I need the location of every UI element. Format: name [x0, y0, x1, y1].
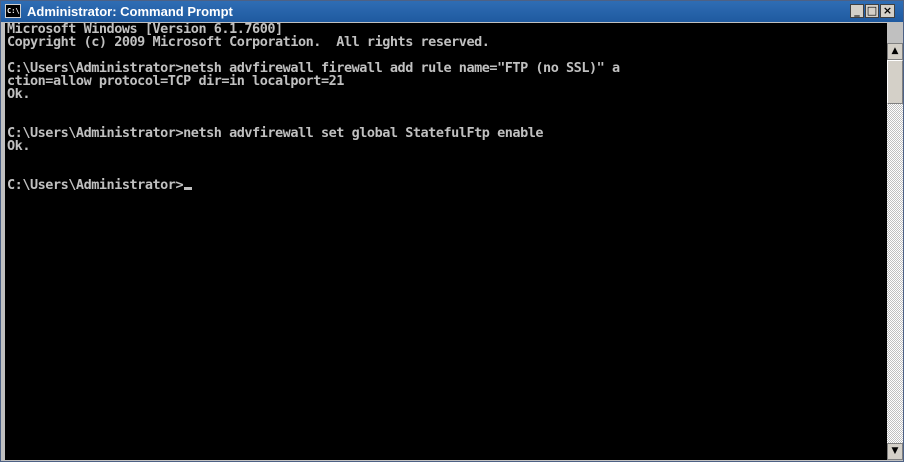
- console-output[interactable]: Microsoft Windows [Version 6.1.7600] Cop…: [5, 23, 887, 460]
- console-line: C:\Users\Administrator>netsh advfirewall…: [7, 125, 544, 141]
- maximize-button[interactable]: □: [865, 4, 879, 18]
- window-title: Administrator: Command Prompt: [27, 4, 233, 19]
- minimize-button[interactable]: _: [850, 4, 864, 18]
- cmd-icon[interactable]: C:\: [5, 4, 21, 18]
- console-line: Copyright (c) 2009 Microsoft Corporation…: [7, 34, 490, 50]
- console-line: ction=allow protocol=TCP dir=in localpor…: [7, 73, 344, 89]
- scroll-down-arrow-icon[interactable]: ▼: [887, 443, 903, 460]
- console-line: Ok.: [7, 138, 30, 154]
- scroll-up-arrow-icon[interactable]: ▲: [887, 43, 903, 60]
- text-cursor: [184, 187, 193, 190]
- close-button[interactable]: ×: [880, 4, 895, 18]
- command-prompt-window: C:\ Administrator: Command Prompt _ □ × …: [0, 0, 904, 462]
- vertical-scrollbar-track[interactable]: [887, 43, 903, 460]
- console-line: Ok.: [7, 86, 30, 102]
- title-bar[interactable]: C:\ Administrator: Command Prompt _ □ ×: [1, 1, 903, 22]
- prompt-line: C:\Users\Administrator>: [7, 177, 193, 193]
- scrollbar-thumb[interactable]: [887, 60, 903, 104]
- prompt-text: C:\Users\Administrator>: [7, 177, 184, 193]
